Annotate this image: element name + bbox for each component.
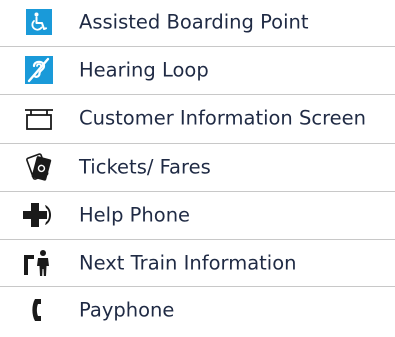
separator xyxy=(0,94,395,95)
wheelchair-icon xyxy=(26,9,52,35)
separator xyxy=(0,46,395,47)
hearing-loop-icon xyxy=(25,56,53,84)
legend-label: Hearing Loop xyxy=(79,58,209,82)
legend-label: Payphone xyxy=(79,298,175,322)
separator xyxy=(0,143,395,144)
help-phone-icon xyxy=(23,203,51,227)
payphone-icon xyxy=(32,299,41,321)
facilities-legend: Assisted Boarding Point Hearing Loop Cus… xyxy=(0,0,395,337)
legend-row-help-phone: Help Phone xyxy=(0,193,395,237)
legend-label: Assisted Boarding Point xyxy=(79,10,309,34)
separator xyxy=(0,191,395,192)
legend-label: Customer Information Screen xyxy=(79,106,367,130)
information-screen-icon xyxy=(25,109,53,130)
tickets-icon xyxy=(26,153,52,181)
legend-row-info-screen: Customer Information Screen xyxy=(0,96,395,140)
legend-row-next-train: Next Train Information xyxy=(0,241,395,285)
next-train-info-icon xyxy=(24,250,49,276)
legend-row-tickets: Tickets/ Fares xyxy=(0,145,395,189)
legend-label: Tickets/ Fares xyxy=(79,155,211,179)
legend-row-hearing-loop: Hearing Loop xyxy=(0,48,395,92)
legend-row-assisted-boarding: Assisted Boarding Point xyxy=(0,0,395,44)
legend-row-payphone: Payphone xyxy=(0,288,395,332)
legend-label: Help Phone xyxy=(79,203,191,227)
legend-label: Next Train Information xyxy=(79,251,297,275)
separator xyxy=(0,286,395,287)
separator xyxy=(0,239,395,240)
